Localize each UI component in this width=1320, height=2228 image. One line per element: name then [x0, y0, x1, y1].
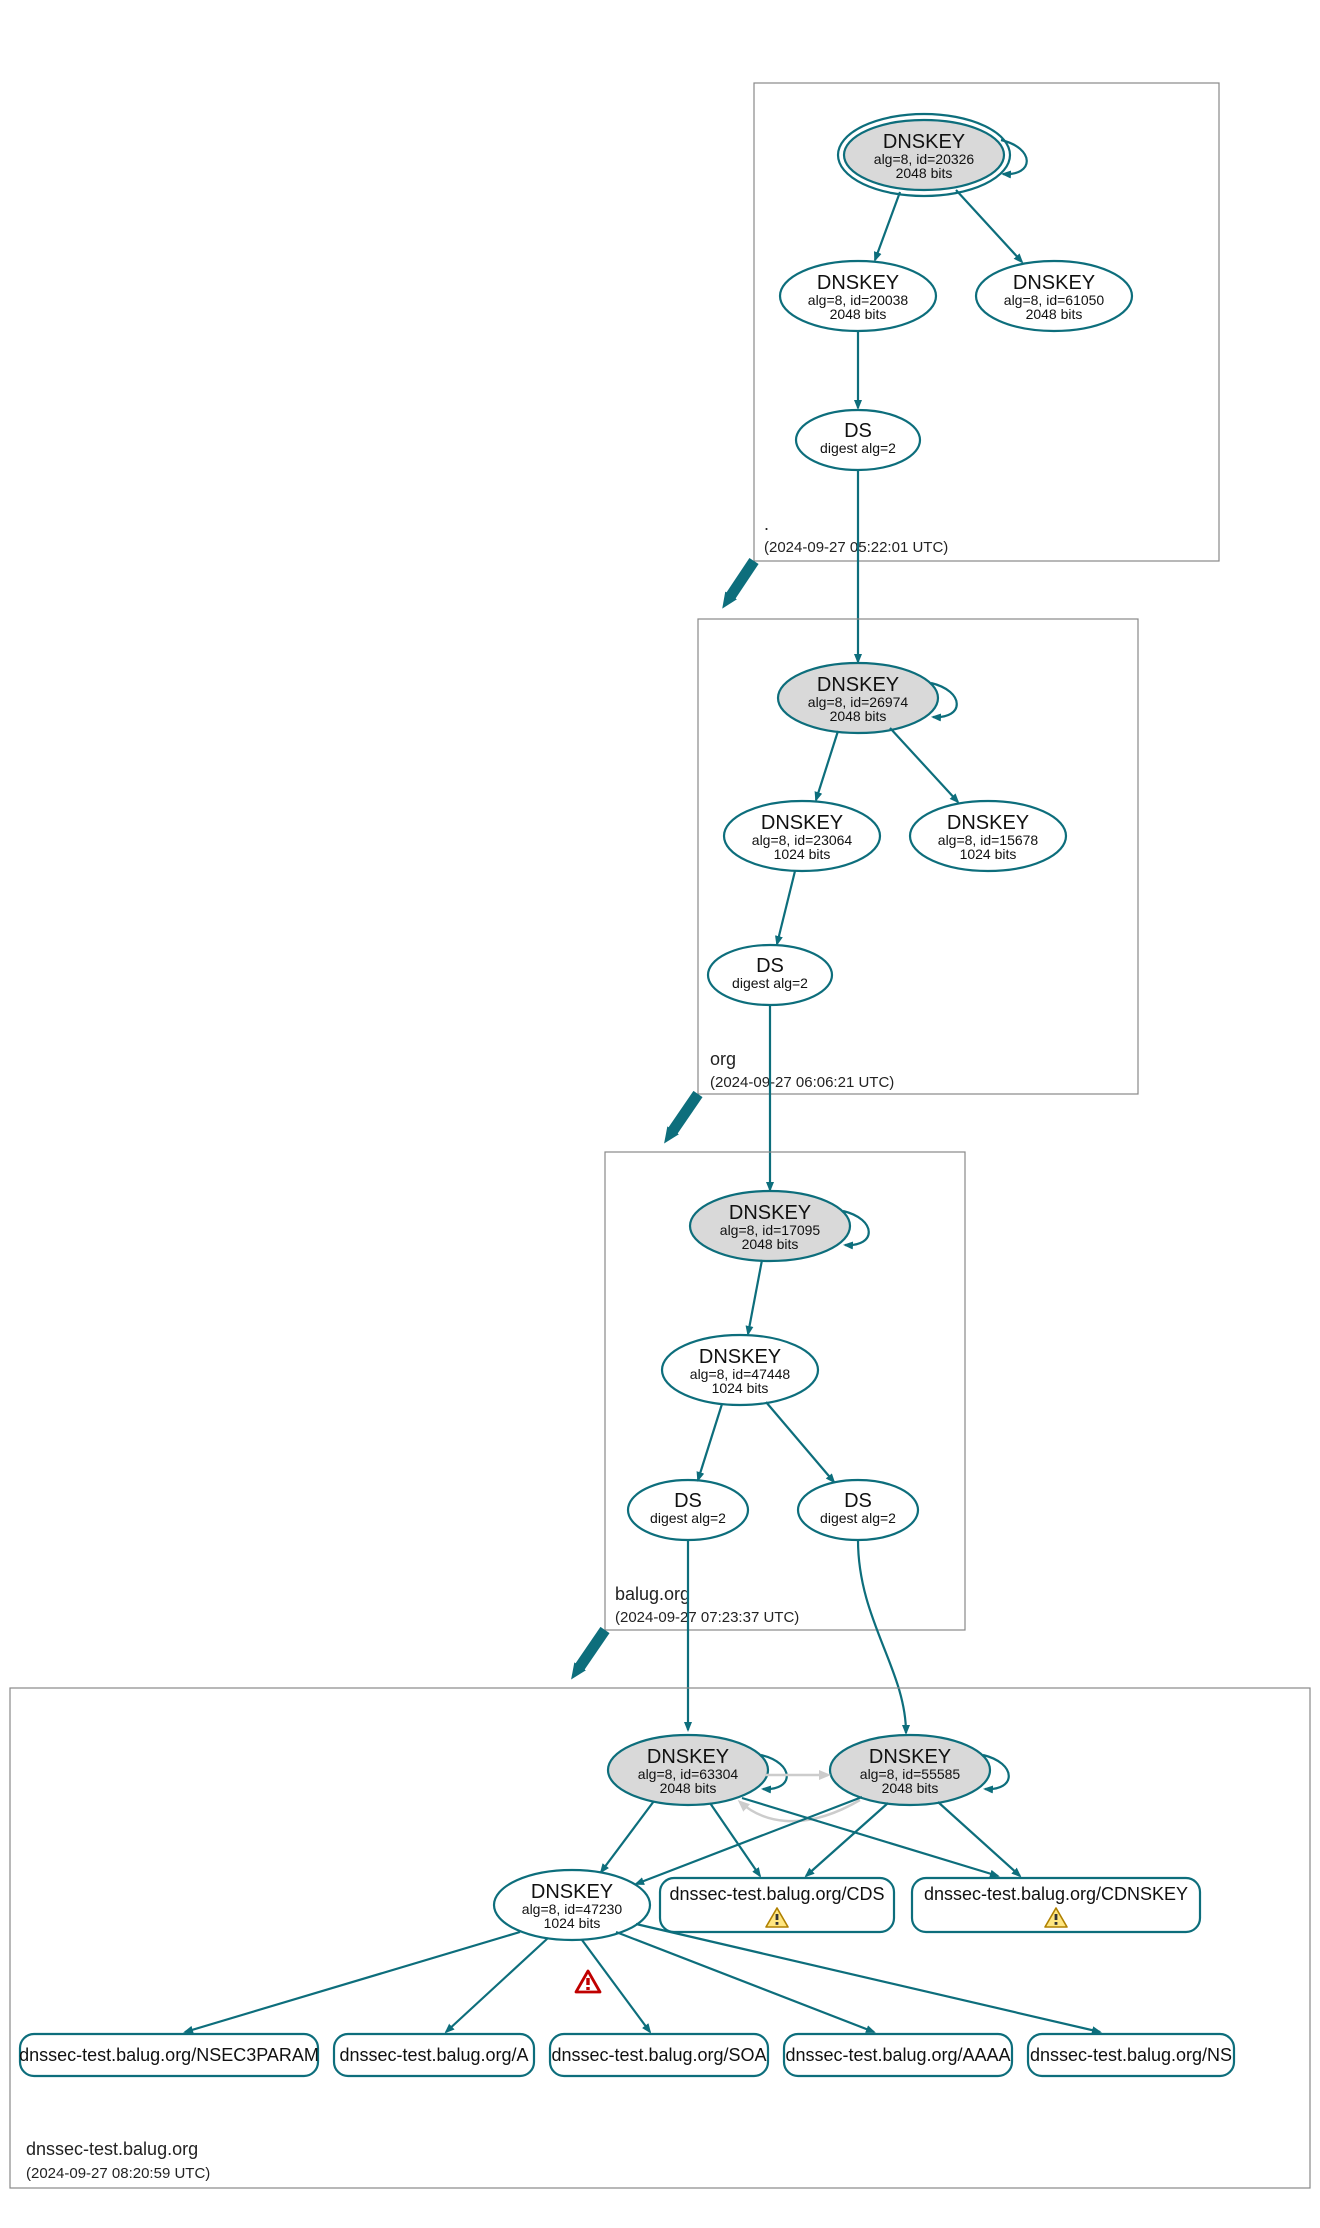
arrow	[636, 1924, 1100, 2032]
svg-text:DS: DS	[756, 955, 784, 977]
zone-balug-ts: (2024-09-27 07:23:37 UTC)	[615, 1609, 799, 1626]
svg-text:2048 bits: 2048 bits	[830, 306, 887, 322]
svg-text:2048 bits: 2048 bits	[830, 708, 887, 724]
node-org-ds: DS digest alg=2	[708, 945, 832, 1005]
svg-text:dnssec-test.balug.org/NS: dnssec-test.balug.org/NS	[1030, 2045, 1232, 2065]
node-org-ksk: DNSKEY alg=8, id=26974 2048 bits	[778, 663, 957, 733]
svg-text:DNSKEY: DNSKEY	[761, 812, 843, 834]
node-leaf-zsk: DNSKEY alg=8, id=47230 1024 bits	[494, 1870, 650, 1940]
zone-leaf-label: dnssec-test.balug.org	[26, 2139, 198, 2159]
zone-org-label: org	[710, 1049, 736, 1069]
rr-ns: dnssec-test.balug.org/NS	[1028, 2034, 1234, 2076]
zone-root: . (2024-09-27 05:22:01 UTC) DNSKEY alg=8…	[754, 83, 1219, 561]
node-root-ds: DS digest alg=2	[796, 410, 920, 470]
arrow	[185, 1932, 520, 2032]
svg-text:1024 bits: 1024 bits	[712, 1380, 769, 1396]
zone-balug-label: balug.org	[615, 1584, 690, 1604]
node-org-zsk-23064: DNSKEY alg=8, id=23064 1024 bits	[724, 801, 880, 871]
rr-cds: dnssec-test.balug.org/CDS	[660, 1878, 894, 1932]
svg-text:DNSKEY: DNSKEY	[947, 812, 1029, 834]
svg-text:2048 bits: 2048 bits	[660, 1780, 717, 1796]
svg-text:DS: DS	[844, 1490, 872, 1512]
arrow	[616, 1932, 874, 2032]
arrow	[446, 1938, 548, 2032]
zone-leaf: dnssec-test.balug.org (2024-09-27 08:20:…	[10, 1688, 1310, 2188]
zone-org: org (2024-09-27 06:06:21 UTC) DNSKEY alg…	[698, 619, 1138, 1094]
svg-text:dnssec-test.balug.org/NSEC3PAR: dnssec-test.balug.org/NSEC3PARAM	[19, 2045, 319, 2065]
svg-text:dnssec-test.balug.org/SOA: dnssec-test.balug.org/SOA	[551, 2045, 766, 2065]
svg-text:1024 bits: 1024 bits	[544, 1915, 601, 1931]
arrow	[890, 728, 958, 802]
arrow	[601, 1801, 654, 1872]
arrow	[858, 1540, 906, 1733]
svg-text:dnssec-test.balug.org/AAAA: dnssec-test.balug.org/AAAA	[785, 2045, 1010, 2065]
svg-text:DNSKEY: DNSKEY	[699, 1346, 781, 1368]
zone-delegation-arrow	[672, 1094, 698, 1132]
svg-text:DNSKEY: DNSKEY	[729, 1202, 811, 1224]
error-icon	[576, 1971, 600, 1992]
arrow	[582, 1940, 650, 2032]
arrow	[748, 1260, 762, 1334]
node-balug-ds2: DS digest alg=2	[798, 1480, 918, 1540]
svg-text:dnssec-test.balug.org/CDS: dnssec-test.balug.org/CDS	[669, 1884, 884, 1904]
svg-text:dnssec-test.balug.org/A: dnssec-test.balug.org/A	[339, 2045, 528, 2065]
svg-text:DS: DS	[844, 420, 872, 442]
node-leaf-ksk-63304: DNSKEY alg=8, id=63304 2048 bits	[608, 1735, 787, 1805]
zone-balug: balug.org (2024-09-27 07:23:37 UTC) DNSK…	[605, 1152, 965, 1630]
arrow	[956, 190, 1022, 262]
svg-text:2048 bits: 2048 bits	[882, 1780, 939, 1796]
node-leaf-ksk-55585: DNSKEY alg=8, id=55585 2048 bits	[830, 1735, 1009, 1805]
svg-text:DNSKEY: DNSKEY	[883, 131, 965, 153]
node-root-zsk-61050: DNSKEY alg=8, id=61050 2048 bits	[976, 261, 1132, 331]
rr-nsec3param: dnssec-test.balug.org/NSEC3PARAM	[19, 2034, 319, 2076]
svg-text:digest alg=2: digest alg=2	[820, 1510, 896, 1526]
rr-aaaa: dnssec-test.balug.org/AAAA	[784, 2034, 1012, 2076]
svg-text:DNSKEY: DNSKEY	[531, 1881, 613, 1903]
svg-text:1024 bits: 1024 bits	[774, 846, 831, 862]
zone-leaf-ts: (2024-09-27 08:20:59 UTC)	[26, 2165, 210, 2182]
svg-text:digest alg=2: digest alg=2	[820, 440, 896, 456]
svg-text:DS: DS	[674, 1490, 702, 1512]
svg-text:DNSKEY: DNSKEY	[817, 674, 899, 696]
arrow	[816, 731, 838, 800]
arrow	[766, 1402, 834, 1482]
svg-text:2048 bits: 2048 bits	[896, 165, 953, 181]
arrow	[777, 871, 795, 944]
svg-text:digest alg=2: digest alg=2	[732, 975, 808, 991]
zone-root-ts: (2024-09-27 05:22:01 UTC)	[764, 539, 948, 556]
svg-text:DNSKEY: DNSKEY	[869, 1746, 951, 1768]
node-org-zsk-15678: DNSKEY alg=8, id=15678 1024 bits	[910, 801, 1066, 871]
svg-text:digest alg=2: digest alg=2	[650, 1510, 726, 1526]
svg-text:2048 bits: 2048 bits	[1026, 306, 1083, 322]
rr-a: dnssec-test.balug.org/A	[334, 2034, 534, 2076]
rr-soa: dnssec-test.balug.org/SOA	[550, 2034, 768, 2076]
node-balug-ds1: DS digest alg=2	[628, 1480, 748, 1540]
svg-text:1024 bits: 1024 bits	[960, 846, 1017, 862]
arrow	[938, 1802, 1020, 1876]
svg-text:DNSKEY: DNSKEY	[817, 272, 899, 294]
rr-cdnskey: dnssec-test.balug.org/CDNSKEY	[912, 1878, 1200, 1932]
arrow	[742, 1798, 998, 1876]
node-root-ksk: DNSKEY alg=8, id=20326 2048 bits	[838, 114, 1027, 196]
node-balug-zsk: DNSKEY alg=8, id=47448 1024 bits	[662, 1335, 818, 1405]
zone-delegation-arrow	[730, 561, 754, 597]
node-root-zsk-20038: DNSKEY alg=8, id=20038 2048 bits	[780, 261, 936, 331]
svg-text:DNSKEY: DNSKEY	[1013, 272, 1095, 294]
zone-org-ts: (2024-09-27 06:06:21 UTC)	[710, 1074, 894, 1091]
svg-text:2048 bits: 2048 bits	[742, 1236, 799, 1252]
arrow	[698, 1404, 722, 1480]
node-balug-ksk: DNSKEY alg=8, id=17095 2048 bits	[690, 1191, 869, 1261]
svg-text:dnssec-test.balug.org/CDNSKEY: dnssec-test.balug.org/CDNSKEY	[924, 1884, 1188, 1904]
zone-delegation-arrow	[579, 1630, 605, 1668]
zone-root-label: .	[764, 514, 769, 534]
arrow	[875, 192, 900, 260]
svg-text:DNSKEY: DNSKEY	[647, 1746, 729, 1768]
